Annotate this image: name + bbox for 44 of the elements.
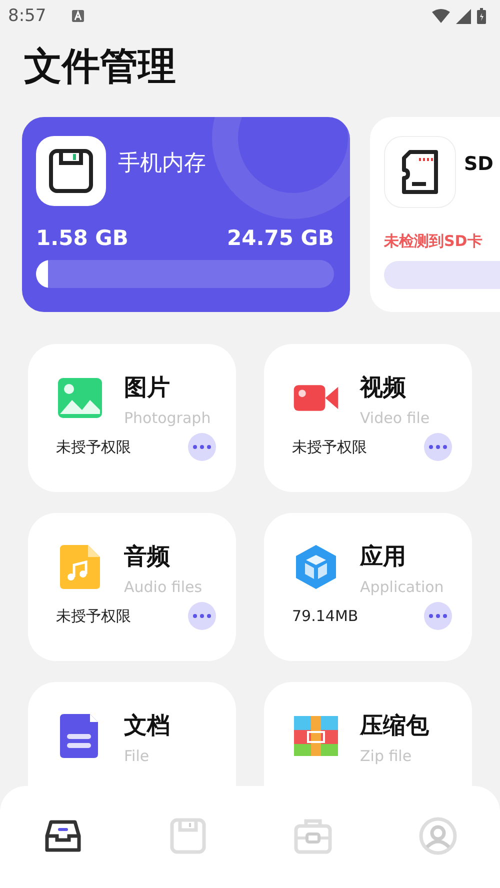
category-card[interactable]: 文档 File bbox=[28, 682, 236, 786]
category-status: 未授予权限 bbox=[56, 438, 131, 456]
sd-card-icon bbox=[384, 136, 456, 208]
more-dots-icon bbox=[193, 614, 211, 618]
storage-name: 手机内存 bbox=[118, 150, 206, 178]
more-dots-icon bbox=[429, 614, 447, 618]
page-title: 文件管理 bbox=[24, 43, 177, 90]
category-card[interactable]: 压缩包 Zip file bbox=[264, 682, 472, 786]
more-button[interactable] bbox=[424, 433, 452, 461]
phone-storage-card[interactable]: 手机内存 1.58 GB 24.75 GB bbox=[22, 117, 350, 312]
category-card[interactable]: 图片 Photograph 未授予权限 bbox=[28, 344, 236, 492]
more-button[interactable] bbox=[424, 602, 452, 630]
category-status: 79.14MB bbox=[292, 607, 358, 625]
signal-icon bbox=[456, 8, 471, 24]
sd-card-storage-card[interactable]: SD 未检测到SD卡 bbox=[370, 117, 500, 312]
status-time: 8:57 bbox=[8, 6, 46, 26]
category-subtitle: Photograph bbox=[124, 409, 211, 427]
category-card[interactable]: 视频 Video file 未授予权限 bbox=[264, 344, 472, 492]
category-title: 应用 bbox=[360, 543, 407, 572]
storage-name: SD bbox=[464, 153, 494, 175]
used-space: 1.58 GB bbox=[36, 226, 128, 250]
category-subtitle: Application bbox=[360, 578, 444, 596]
category-subtitle: File bbox=[124, 747, 150, 765]
category-title: 视频 bbox=[360, 374, 407, 403]
total-space: 24.75 GB bbox=[227, 226, 334, 250]
keyboard-a-icon bbox=[72, 10, 84, 22]
category-card[interactable]: 音频 Audio files 未授予权限 bbox=[28, 513, 236, 661]
category-subtitle: Zip file bbox=[360, 747, 413, 765]
more-button[interactable] bbox=[188, 602, 216, 630]
category-subtitle: Audio files bbox=[124, 578, 202, 596]
category-title: 文档 bbox=[124, 712, 170, 741]
category-subtitle: Video file bbox=[360, 409, 430, 427]
category-card[interactable]: 应用 Application 79.14MB bbox=[264, 513, 472, 661]
category-status: 未授予权限 bbox=[56, 606, 131, 626]
category-title: 音频 bbox=[124, 543, 171, 572]
sd-status-text: 未检测到SD卡 bbox=[384, 232, 484, 251]
category-status: 未授予权限 bbox=[292, 438, 367, 456]
category-title: 图片 bbox=[124, 374, 171, 403]
more-dots-icon bbox=[429, 445, 447, 449]
category-title: 压缩包 bbox=[360, 712, 429, 741]
wifi-icon bbox=[432, 9, 450, 23]
battery-icon bbox=[477, 8, 486, 24]
more-dots-icon bbox=[193, 445, 211, 449]
more-button[interactable] bbox=[188, 433, 216, 461]
